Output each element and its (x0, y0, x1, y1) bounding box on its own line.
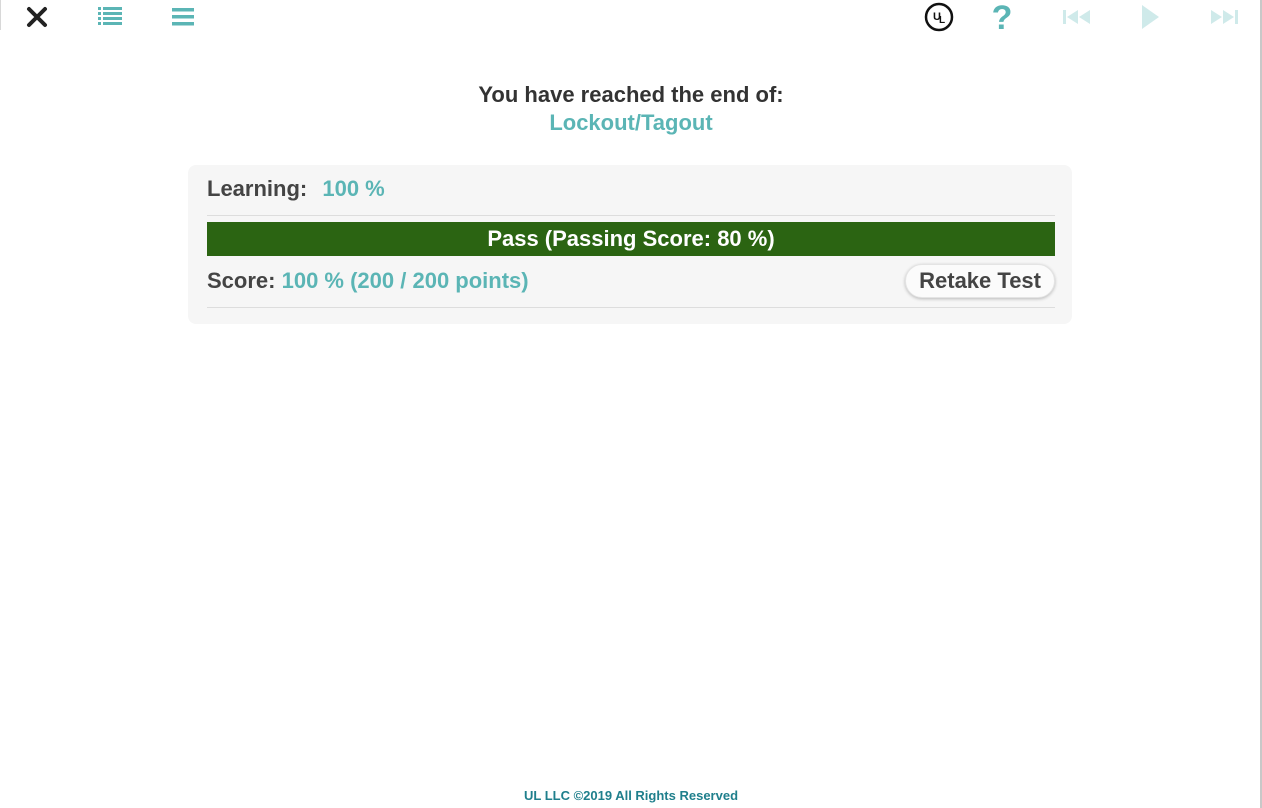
play-button[interactable] (1130, 0, 1170, 34)
left-border (0, 0, 1, 30)
ul-logo-button[interactable]: U L (919, 0, 959, 34)
score-text: Score: 100 % (200 / 200 points) (207, 267, 529, 295)
svg-text:?: ? (992, 2, 1013, 32)
svg-text:L: L (939, 15, 945, 26)
footer-copyright: UL LLC ©2019 All Rights Reserved (523, 788, 739, 803)
retake-test-button[interactable]: Retake Test (905, 264, 1055, 298)
help-button[interactable]: ? (982, 0, 1022, 34)
first-page-icon (1061, 6, 1093, 28)
help-icon: ? (989, 2, 1015, 32)
table-of-contents-button[interactable] (90, 0, 130, 34)
pass-status-bar: Pass (Passing Score: 80 %) (207, 222, 1055, 256)
close-icon (26, 6, 48, 28)
course-title: Lockout/Tagout (549, 110, 713, 135)
learning-label: Learning: (207, 176, 308, 201)
results-panel: Learning: 100 % Pass (Passing Score: 80 … (188, 165, 1072, 324)
first-page-button[interactable] (1057, 0, 1097, 34)
last-page-icon (1208, 6, 1240, 28)
close-button[interactable] (17, 0, 57, 34)
score-value: 100 % (200 / 200 points) (281, 268, 529, 293)
score-row: Score: 100 % (200 / 200 points) Retake T… (207, 261, 1055, 308)
end-heading: You have reached the end of: (478, 82, 784, 107)
learning-row: Learning: 100 % (207, 175, 1055, 216)
play-icon (1139, 4, 1161, 30)
menu-button[interactable] (163, 0, 203, 34)
course-player: U L ? You have reached the end of: Locko… (0, 0, 1262, 808)
list-icon (97, 5, 123, 29)
ul-logo-icon: U L (924, 2, 954, 32)
score-label: Score: (207, 268, 276, 293)
menu-icon (171, 5, 195, 29)
last-page-button[interactable] (1204, 0, 1244, 34)
learning-value: 100 % (322, 176, 385, 201)
